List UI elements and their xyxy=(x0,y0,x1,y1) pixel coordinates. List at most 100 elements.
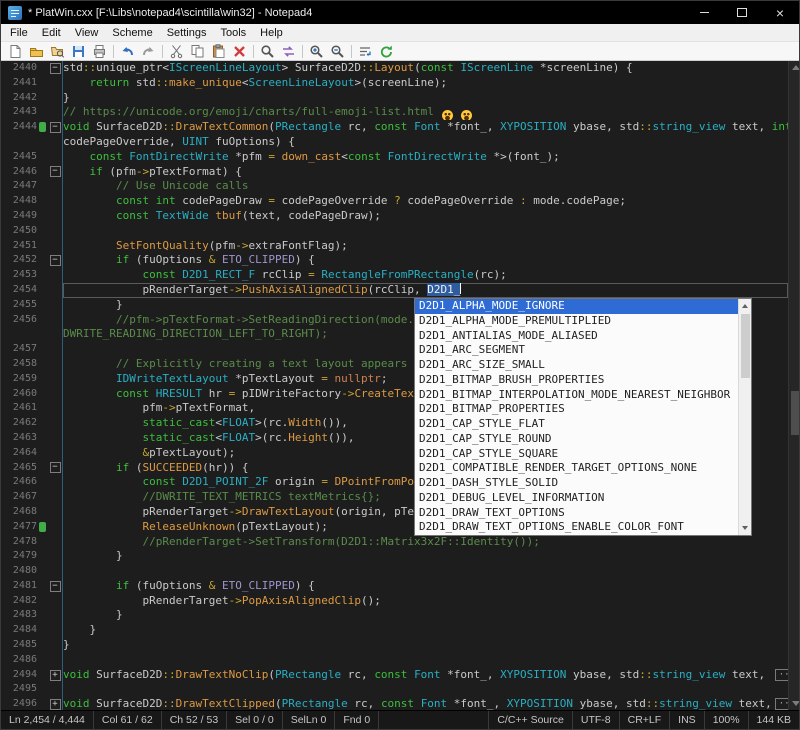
replace-button[interactable] xyxy=(278,43,299,60)
code-line[interactable]: 2452− if (fuOptions & ETO_CLIPPED) { xyxy=(1,253,788,268)
line-number[interactable]: 2479 xyxy=(1,549,37,564)
code-line[interactable]: 2448 const int codePageDraw = codePageOv… xyxy=(1,194,788,209)
menu-help[interactable]: Help xyxy=(253,26,290,40)
line-number[interactable]: 2455 xyxy=(1,298,37,313)
code-text[interactable]: if (fuOptions & ETO_CLIPPED) { xyxy=(63,253,788,268)
scroll-down-icon[interactable] xyxy=(792,701,799,706)
code-text[interactable]: // https://unicode.org/emoji/charts/full… xyxy=(63,105,788,120)
line-number[interactable]: 2482 xyxy=(1,594,37,609)
word-wrap-button[interactable] xyxy=(355,43,376,60)
copy-button[interactable] xyxy=(187,43,208,60)
autocomplete-item[interactable]: D2D1_BITMAP_PROPERTIES xyxy=(415,402,738,417)
close-button[interactable]: × xyxy=(761,1,799,24)
code-text[interactable] xyxy=(63,682,788,697)
line-number[interactable]: 2457 xyxy=(1,342,37,357)
status-eol[interactable]: CR+LF xyxy=(619,711,670,729)
zoom-out-button[interactable] xyxy=(327,43,348,60)
line-number[interactable]: 2477 xyxy=(1,520,37,535)
line-number[interactable]: 2458 xyxy=(1,357,37,372)
code-text[interactable]: //pRenderTarget->SetTransform(D2D1::Matr… xyxy=(63,535,788,550)
line-number[interactable]: 2463 xyxy=(1,431,37,446)
status-character[interactable]: Ch 52 / 53 xyxy=(162,711,227,729)
minimize-button[interactable] xyxy=(685,1,723,24)
line-number[interactable]: 2485 xyxy=(1,638,37,653)
popup-scroll-up-icon[interactable] xyxy=(742,304,748,308)
status-overtype[interactable]: INS xyxy=(669,711,704,729)
line-number[interactable]: 2454 xyxy=(1,283,37,298)
line-number[interactable]: 2494 xyxy=(1,668,37,683)
scrollbar-thumb[interactable] xyxy=(791,391,799,435)
code-line[interactable]: 2478 //pRenderTarget->SetTransform(D2D1:… xyxy=(1,535,788,550)
code-line[interactable]: 2481− if (fuOptions & ETO_CLIPPED) { xyxy=(1,579,788,594)
code-text[interactable]: return std::make_unique<ScreenLineLayout… xyxy=(63,76,788,91)
open-file-button[interactable] xyxy=(26,43,47,60)
code-text[interactable]: } xyxy=(63,623,788,638)
code-line[interactable]: 2479 } xyxy=(1,549,788,564)
menu-view[interactable]: View xyxy=(68,26,106,40)
autocomplete-item[interactable]: D2D1_ARC_SEGMENT xyxy=(415,343,738,358)
code-line[interactable]: 2450 xyxy=(1,224,788,239)
line-number[interactable]: 2442 xyxy=(1,91,37,106)
code-line[interactable]: 2453 const D2D1_RECT_F rcClip = Rectangl… xyxy=(1,268,788,283)
line-number[interactable]: 2451 xyxy=(1,239,37,254)
code-line[interactable]: 2494+void SurfaceD2D::DrawTextNoClip(PRe… xyxy=(1,668,788,683)
code-line[interactable]: 2445 const FontDirectWrite *pfm = down_c… xyxy=(1,150,788,165)
code-line[interactable]: codePageOverride, UINT fuOptions) { xyxy=(1,135,788,150)
autocomplete-item[interactable]: D2D1_CAP_STYLE_ROUND xyxy=(415,432,738,447)
fold-minus-icon[interactable]: − xyxy=(50,63,61,74)
line-number[interactable]: 2441 xyxy=(1,76,37,91)
menu-tools[interactable]: Tools xyxy=(213,26,253,40)
line-number[interactable]: 2446 xyxy=(1,165,37,180)
autocomplete-item[interactable]: D2D1_DEBUG_LEVEL_INFORMATION xyxy=(415,491,738,506)
line-number[interactable]: 2484 xyxy=(1,623,37,638)
print-button[interactable] xyxy=(89,43,110,60)
code-line[interactable]: 2454 pRenderTarget->PushAxisAlignedClip(… xyxy=(1,283,788,298)
code-text[interactable]: void SurfaceD2D::DrawTextCommon(PRectang… xyxy=(63,120,788,135)
reload-button[interactable] xyxy=(376,43,397,60)
autocomplete-item[interactable]: D2D1_CAP_STYLE_SQUARE xyxy=(415,447,738,462)
code-text[interactable]: const D2D1_RECT_F rcClip = RectangleFrom… xyxy=(63,268,788,283)
autocomplete-item[interactable]: D2D1_CAP_STYLE_FLAT xyxy=(415,417,738,432)
autocomplete-item[interactable]: D2D1_DRAW_TEXT_OPTIONS xyxy=(415,506,738,521)
code-line[interactable]: 2446− if (pfm->pTextFormat) { xyxy=(1,165,788,180)
code-line[interactable]: 2484 } xyxy=(1,623,788,638)
new-file-button[interactable] xyxy=(5,43,26,60)
line-number[interactable] xyxy=(1,135,37,150)
code-line[interactable]: 2441 return std::make_unique<ScreenLineL… xyxy=(1,76,788,91)
undo-button[interactable] xyxy=(117,43,138,60)
code-text[interactable]: void SurfaceD2D::DrawTextNoClip(PRectang… xyxy=(63,668,788,683)
line-number[interactable]: 2466 xyxy=(1,475,37,490)
line-number[interactable]: 2481 xyxy=(1,579,37,594)
status-encoding[interactable]: UTF-8 xyxy=(572,711,619,729)
code-text[interactable] xyxy=(63,653,788,668)
code-text[interactable]: const int codePageDraw = codePageOverrid… xyxy=(63,194,788,209)
code-text[interactable]: } xyxy=(63,608,788,623)
code-line[interactable]: 2442} xyxy=(1,91,788,106)
menu-settings[interactable]: Settings xyxy=(160,26,214,40)
code-line[interactable]: 2449 const TextWide tbuf(text, codePageD… xyxy=(1,209,788,224)
code-line[interactable]: 2486 xyxy=(1,653,788,668)
code-text[interactable] xyxy=(63,224,788,239)
autocomplete-item[interactable]: D2D1_DRAW_TEXT_OPTIONS_ENABLE_COLOR_FONT xyxy=(415,520,738,535)
line-number[interactable]: 2480 xyxy=(1,564,37,579)
line-number[interactable]: 2453 xyxy=(1,268,37,283)
code-text[interactable]: codePageOverride, UINT fuOptions) { xyxy=(63,135,788,150)
fold-minus-icon[interactable]: − xyxy=(50,462,61,473)
popup-scroll-down-icon[interactable] xyxy=(742,526,748,530)
code-line[interactable]: 2447 // Use Unicode calls xyxy=(1,179,788,194)
status-zoom[interactable]: 100% xyxy=(704,711,748,729)
autocomplete-item[interactable]: D2D1_ALPHA_MODE_IGNORE xyxy=(415,299,738,314)
code-text[interactable]: } xyxy=(63,549,788,564)
status-selection[interactable]: Sel 0 / 0 xyxy=(227,711,283,729)
line-number[interactable]: 2459 xyxy=(1,372,37,387)
line-number[interactable]: 2448 xyxy=(1,194,37,209)
browse-files-button[interactable] xyxy=(47,43,68,60)
scroll-up-icon[interactable] xyxy=(792,65,799,70)
menu-edit[interactable]: Edit xyxy=(35,26,68,40)
autocomplete-item[interactable]: D2D1_ARC_SIZE_SMALL xyxy=(415,358,738,373)
code-text[interactable]: pRenderTarget->PopAxisAlignedClip(); xyxy=(63,594,788,609)
line-number[interactable]: 2444 xyxy=(1,120,37,135)
line-number[interactable]: 2450 xyxy=(1,224,37,239)
find-button[interactable] xyxy=(257,43,278,60)
paste-button[interactable] xyxy=(208,43,229,60)
